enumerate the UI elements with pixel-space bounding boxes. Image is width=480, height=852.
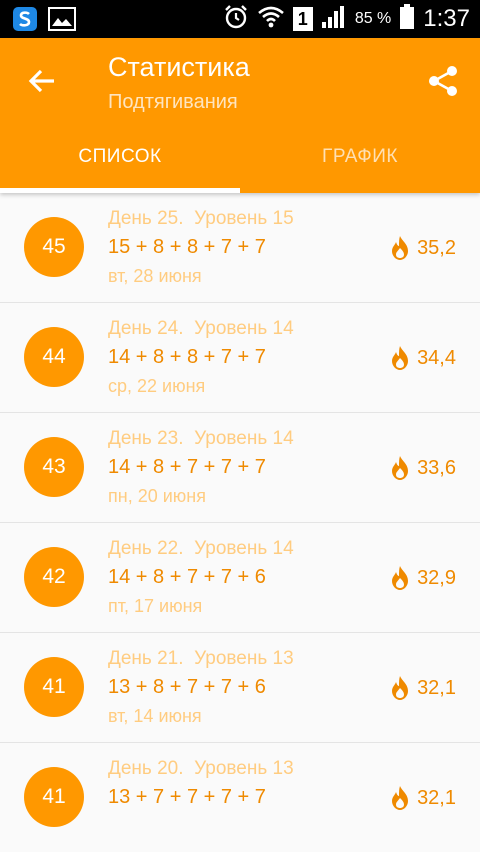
calories-value: 33,6 <box>417 456 456 479</box>
app-s-icon <box>12 6 38 37</box>
calories-value: 32,1 <box>417 786 456 809</box>
day-level-label: День 20. Уровень 13 <box>108 758 294 779</box>
status-bar: 1 85 % 1:37 <box>0 0 480 38</box>
workout-number-badge: 45 <box>24 217 84 277</box>
workout-number-badge: 43 <box>24 437 84 497</box>
flame-icon <box>392 236 409 260</box>
share-button[interactable] <box>426 64 460 98</box>
reps-label: 14 + 8 + 7 + 7 + 6 <box>108 566 266 588</box>
page-subtitle: Подтягивания <box>108 91 238 113</box>
list-item[interactable]: 41 День 20. Уровень 13 13 + 7 + 7 + 7 + … <box>0 743 480 852</box>
day-level-label: День 23. Уровень 14 <box>108 428 294 449</box>
workout-number-badge: 42 <box>24 547 84 607</box>
reps-label: 14 + 8 + 7 + 7 + 7 <box>108 456 266 478</box>
reps-label: 13 + 8 + 7 + 7 + 6 <box>108 676 266 698</box>
sim-slot-icon: 1 <box>292 7 313 31</box>
battery-percent: 85 % <box>354 10 392 27</box>
gallery-icon <box>48 7 76 36</box>
reps-label: 15 + 8 + 8 + 7 + 7 <box>108 236 266 258</box>
signal-icon <box>321 5 347 34</box>
tab-list[interactable]: СПИСОК <box>0 146 240 168</box>
flame-icon <box>392 346 409 370</box>
battery-icon <box>399 3 415 35</box>
date-label: вт, 14 июня <box>108 706 202 726</box>
tab-chart[interactable]: ГРАФИК <box>240 146 480 168</box>
date-label: вт, 28 июня <box>108 266 202 286</box>
flame-icon <box>392 676 409 700</box>
list-item[interactable]: 41 День 21. Уровень 13 13 + 8 + 7 + 7 + … <box>0 633 480 743</box>
date-label: пн, 20 июня <box>108 486 206 506</box>
calories: 32,1 <box>389 785 456 811</box>
day-level-label: День 25. Уровень 15 <box>108 208 294 229</box>
statistics-list: 45 День 25. Уровень 15 15 + 8 + 8 + 7 + … <box>0 193 480 852</box>
list-item[interactable]: 45 День 25. Уровень 15 15 + 8 + 8 + 7 + … <box>0 193 480 303</box>
calories: 35,2 <box>389 235 456 261</box>
clock: 1:37 <box>423 5 470 32</box>
flame-icon <box>392 786 409 810</box>
workout-number-badge: 41 <box>24 767 84 827</box>
date-label: ср, 22 июня <box>108 376 206 396</box>
calories: 32,9 <box>389 565 456 591</box>
calories-value: 34,4 <box>417 346 456 369</box>
reps-label: 14 + 8 + 8 + 7 + 7 <box>108 346 266 368</box>
flame-icon <box>392 456 409 480</box>
reps-label: 13 + 7 + 7 + 7 + 7 <box>108 786 266 808</box>
back-button[interactable] <box>26 65 58 97</box>
wifi-icon <box>257 5 285 34</box>
workout-number-badge: 41 <box>24 657 84 717</box>
calories-value: 35,2 <box>417 236 456 259</box>
page-title: Статистика <box>108 52 250 82</box>
day-level-label: День 21. Уровень 13 <box>108 648 294 669</box>
day-level-label: День 22. Уровень 14 <box>108 538 294 559</box>
list-item[interactable]: 43 День 23. Уровень 14 14 + 8 + 7 + 7 + … <box>0 413 480 523</box>
calories: 32,1 <box>389 675 456 701</box>
app-bar: Статистика Подтягивания СПИСОК ГРАФИК <box>0 38 480 193</box>
day-level-label: День 24. Уровень 14 <box>108 318 294 339</box>
calories: 34,4 <box>389 345 456 371</box>
calories: 33,6 <box>389 455 456 481</box>
calories-value: 32,1 <box>417 676 456 699</box>
flame-icon <box>392 566 409 590</box>
workout-number-badge: 44 <box>24 327 84 387</box>
alarm-icon <box>223 4 249 35</box>
arrow-back-icon <box>28 69 54 93</box>
list-item[interactable]: 44 День 24. Уровень 14 14 + 8 + 8 + 7 + … <box>0 303 480 413</box>
calories-value: 32,9 <box>417 566 456 589</box>
share-icon <box>429 66 457 96</box>
date-label: пт, 17 июня <box>108 596 203 616</box>
list-item[interactable]: 42 День 22. Уровень 14 14 + 8 + 7 + 7 + … <box>0 523 480 633</box>
